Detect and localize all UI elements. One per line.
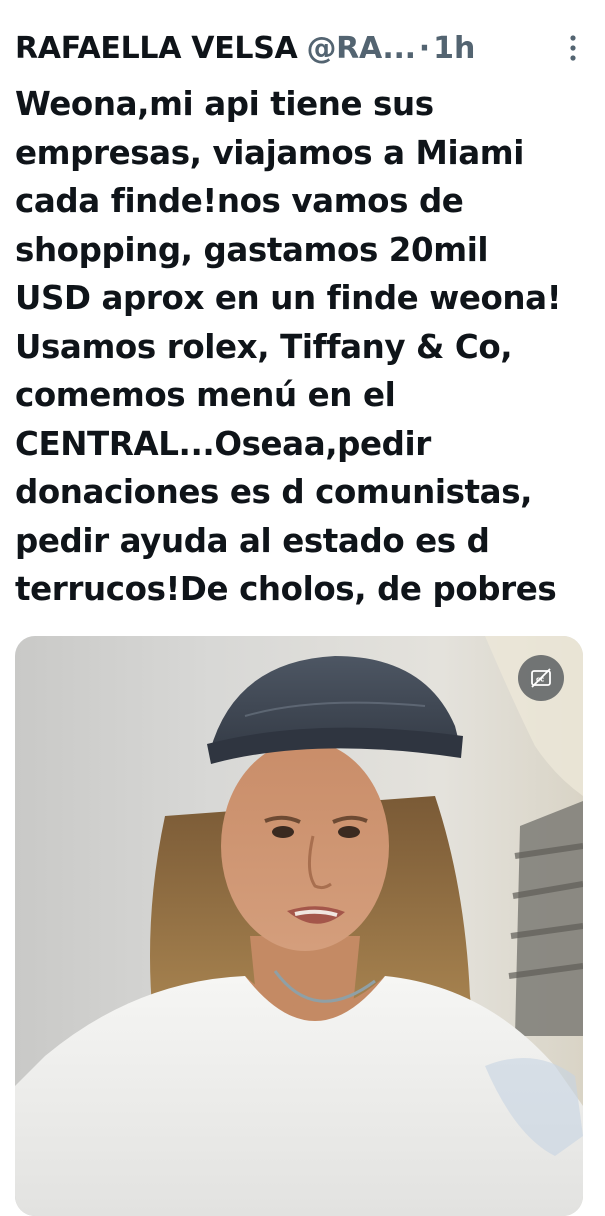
tweet-text-line: Usamos rolex, Tiffany & Co, [15, 327, 513, 366]
tweet-text-line: Weona,mi api tiene sus [15, 85, 434, 123]
tweet-text-line: USD aprox en un finde weona! [15, 279, 562, 317]
tweet-video[interactable]: cc [15, 636, 583, 1216]
captions-toggle-button[interactable]: cc [518, 655, 564, 701]
tweet-text-line: donaciones es d comunistas, [15, 473, 533, 511]
tweet-text-line: empresas, viajamos a Miami [15, 133, 524, 172]
tweet-text-line: comemos menú en el [15, 376, 396, 414]
more-options-button[interactable] [560, 32, 586, 64]
tweet-text-line: terrucos!De cholos, de pobres [15, 570, 557, 608]
tweet-text-line: CENTRAL...Oseaa,pedir [15, 424, 431, 463]
separator-dot: · [418, 30, 431, 66]
more-dots-icon [570, 35, 576, 61]
author-handle[interactable]: @RA... [306, 31, 416, 66]
tweet-text-line: cada finde!nos vamos de [15, 182, 464, 220]
tweet-header: RAFAELLA VELSA @RA... · 1h [15, 28, 590, 68]
tweet-text: Weona,mi api tiene sus empresas, viajamo… [15, 80, 595, 614]
tweet-text-line: pedir ayuda al estado es d [15, 521, 490, 560]
captions-off-icon: cc [531, 668, 551, 688]
video-frame [15, 636, 583, 1216]
timestamp[interactable]: 1h [433, 31, 475, 66]
tweet-text-line: shopping, gastamos 20mil [15, 230, 489, 269]
author-name[interactable]: RAFAELLA VELSA [15, 31, 298, 66]
